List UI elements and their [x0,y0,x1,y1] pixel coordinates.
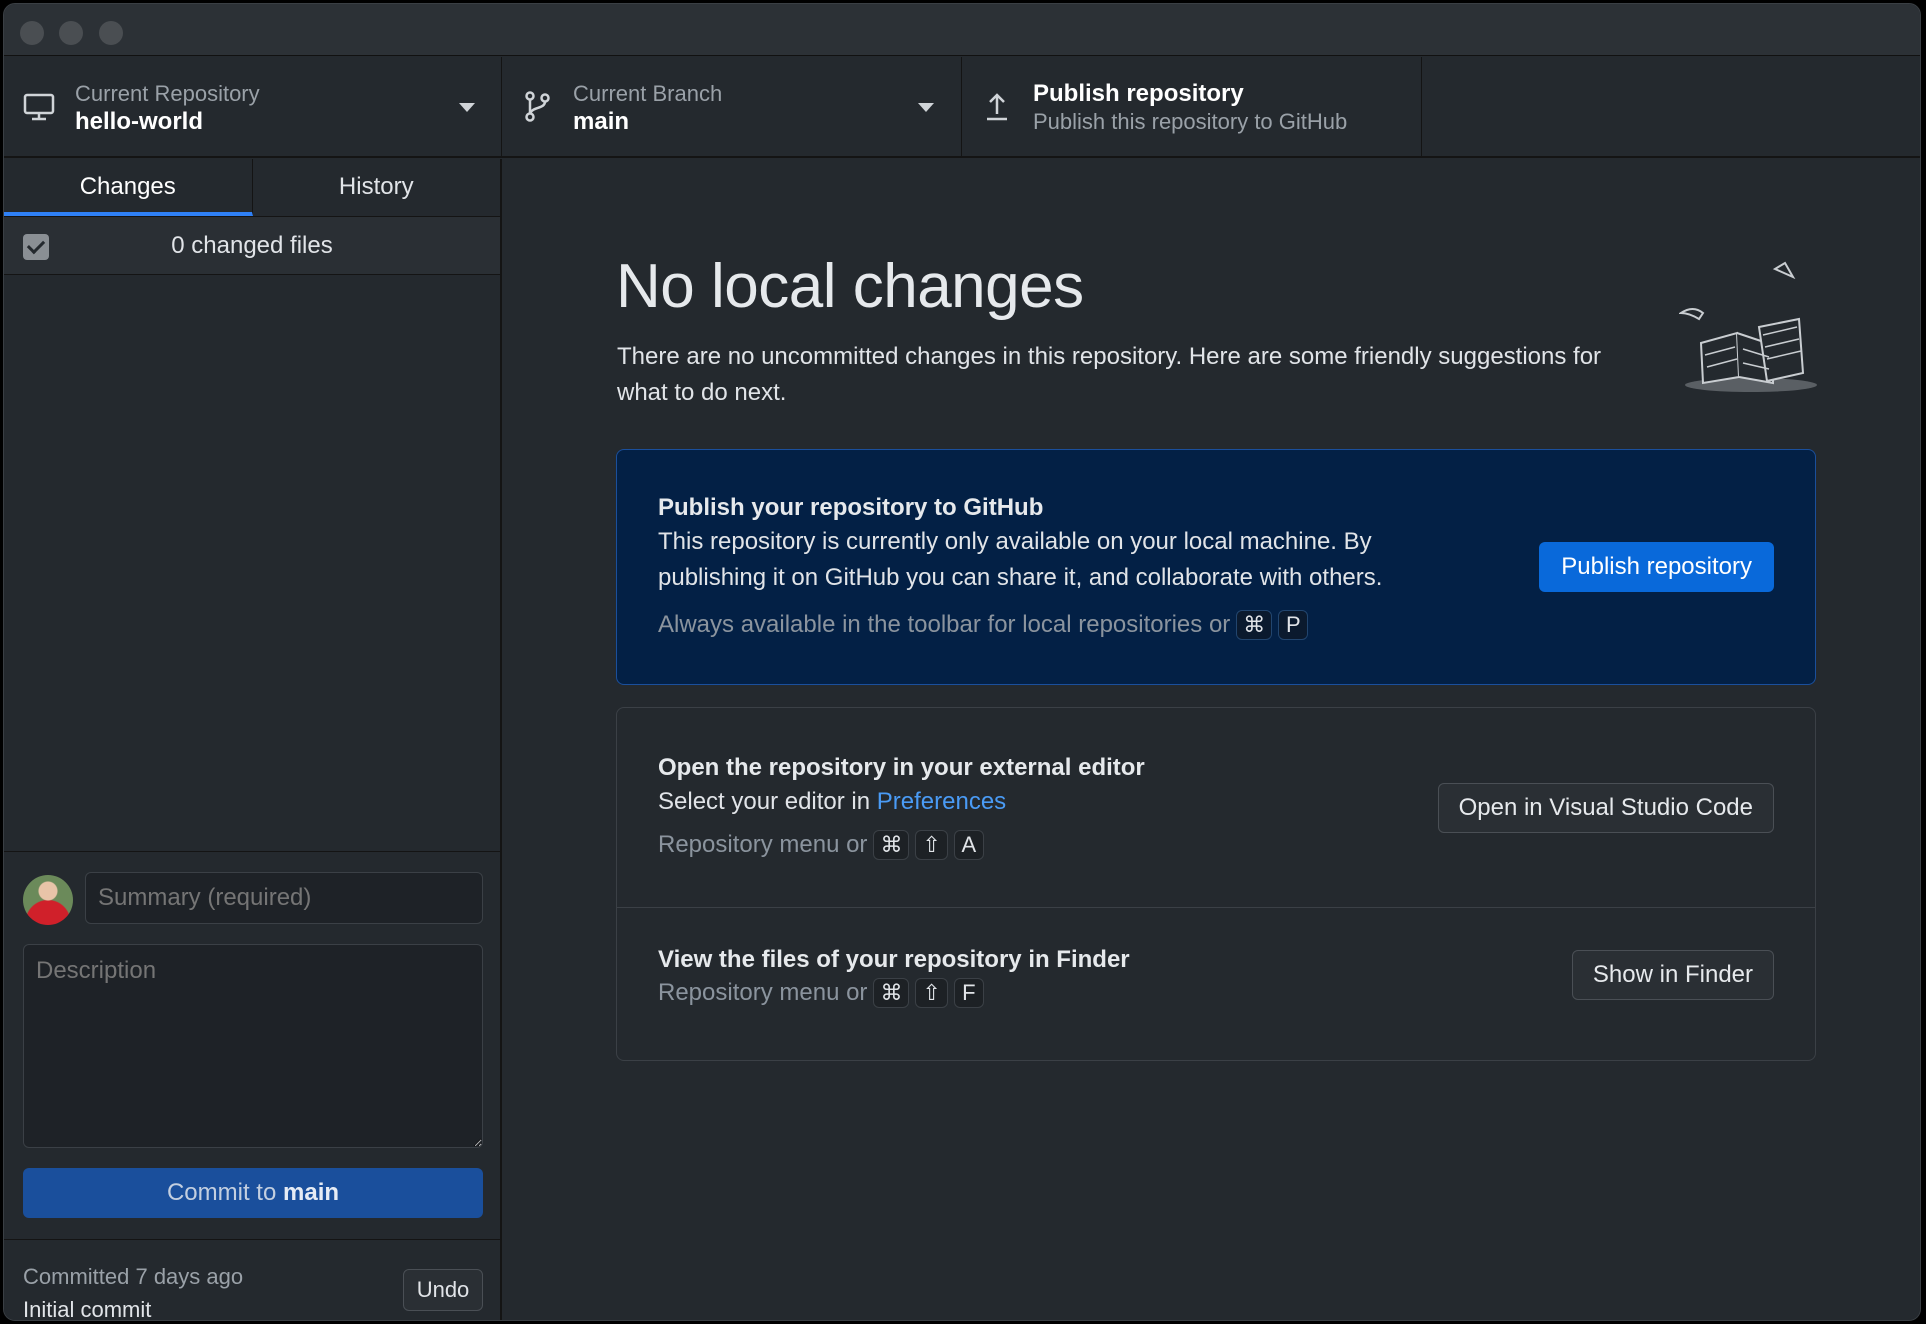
repository-name: hello-world [75,108,203,135]
repository-label: Current Repository [75,81,260,106]
git-branch-icon [525,91,550,122]
cmd-key: ⌘ [1236,610,1273,640]
editor-row-title: Open the repository in your external edi… [658,754,1145,781]
open-in-vscode-button[interactable]: Open in Visual Studio Code [1437,783,1774,833]
sidebar-tabs: Changes History [4,159,500,217]
finder-row-hint: Repository menu or ⌘ ⇧ F [658,978,984,1008]
publish-repository-button[interactable]: Publish repository [1539,542,1774,592]
p-key: P [1278,610,1309,640]
tab-changes[interactable]: Changes [4,159,253,216]
editor-row: Open the repository in your external edi… [617,708,1815,908]
undo-button[interactable]: Undo [403,1269,483,1311]
commit-button-branch: main [283,1179,340,1206]
cmd-key: ⌘ [873,830,910,860]
minimize-window-button[interactable] [59,21,83,45]
commit-button[interactable]: Commit to main [23,1168,483,1218]
commit-button-prefix: Commit to [166,1179,277,1206]
show-in-finder-button[interactable]: Show in Finder [1571,950,1774,1000]
preferences-link[interactable]: Preferences [877,788,1006,815]
editor-row-hint: Repository menu or ⌘ ⇧ A [658,830,984,860]
app-window: Current Repository hello-world Current B… [3,3,1921,1321]
sidebar: Changes History 0 changed files Commit t… [4,159,502,1320]
f-key: F [953,978,984,1008]
shift-key: ⇧ [915,830,948,860]
current-branch-dropdown[interactable]: Current Branch main [502,57,962,156]
tab-history[interactable]: History [253,159,501,216]
publish-card-title: Publish your repository to GitHub [658,494,1044,521]
shift-key: ⇧ [915,978,948,1008]
finder-row-title: View the files of your repository in Fin… [658,946,1130,973]
intro-text: There are no uncommitted changes in this… [617,343,1602,406]
branch-label: Current Branch [573,81,723,106]
summary-input[interactable] [85,872,483,924]
a-key: A [953,830,984,860]
chevron-down-icon [459,103,475,112]
publish-title: Publish repository [1033,80,1244,107]
chevron-down-icon [918,103,934,112]
title-bar [4,4,1920,56]
empty-state-illustration-icon [1679,261,1817,392]
upload-icon [987,93,1007,121]
avatar [23,875,73,925]
changed-files-header: 0 changed files [4,217,500,275]
finder-hint-text: Repository menu or [658,979,868,1006]
finder-row: View the files of your repository in Fin… [617,908,1815,1062]
publish-repository-toolbar-button[interactable]: Publish repository Publish this reposito… [962,57,1422,156]
close-window-button[interactable] [20,21,44,45]
publish-card-hint: Always available in the toolbar for loca… [658,610,1309,640]
publish-subtitle: Publish this repository to GitHub [1033,109,1348,134]
editor-row-body: Select your editor in Preferences [658,784,1006,820]
page-title: No local changes [616,252,1084,321]
branch-name: main [573,108,630,135]
last-commit-message: Initial commit [23,1297,152,1321]
zoom-window-button[interactable] [99,21,123,45]
toolbar: Current Repository hello-world Current B… [4,57,1920,158]
editor-hint-text: Repository menu or [658,831,868,858]
select-all-checkbox[interactable] [23,234,49,260]
description-input[interactable] [23,944,483,1148]
current-repository-dropdown[interactable]: Current Repository hello-world [4,57,502,156]
computer-icon [23,93,55,121]
changed-files-count: 0 changed files [171,232,333,259]
publish-card: Publish your repository to GitHub This r… [616,449,1816,685]
publish-hint-text: Always available in the toolbar for loca… [658,611,1231,638]
publish-card-body: This repository is currently only availa… [658,528,1383,591]
actions-card: Open the repository in your external edi… [616,707,1816,1061]
editor-body-text: Select your editor in [658,788,871,815]
last-commit-info: Committed 7 days ago Initial commit Undo [4,1239,500,1320]
cmd-key: ⌘ [873,978,910,1008]
commit-panel: Commit to main Committed 7 days ago Init… [4,851,500,1320]
last-commit-time: Committed 7 days ago [23,1264,244,1289]
main-content: No local changes There are no uncommitte… [504,159,1920,1320]
